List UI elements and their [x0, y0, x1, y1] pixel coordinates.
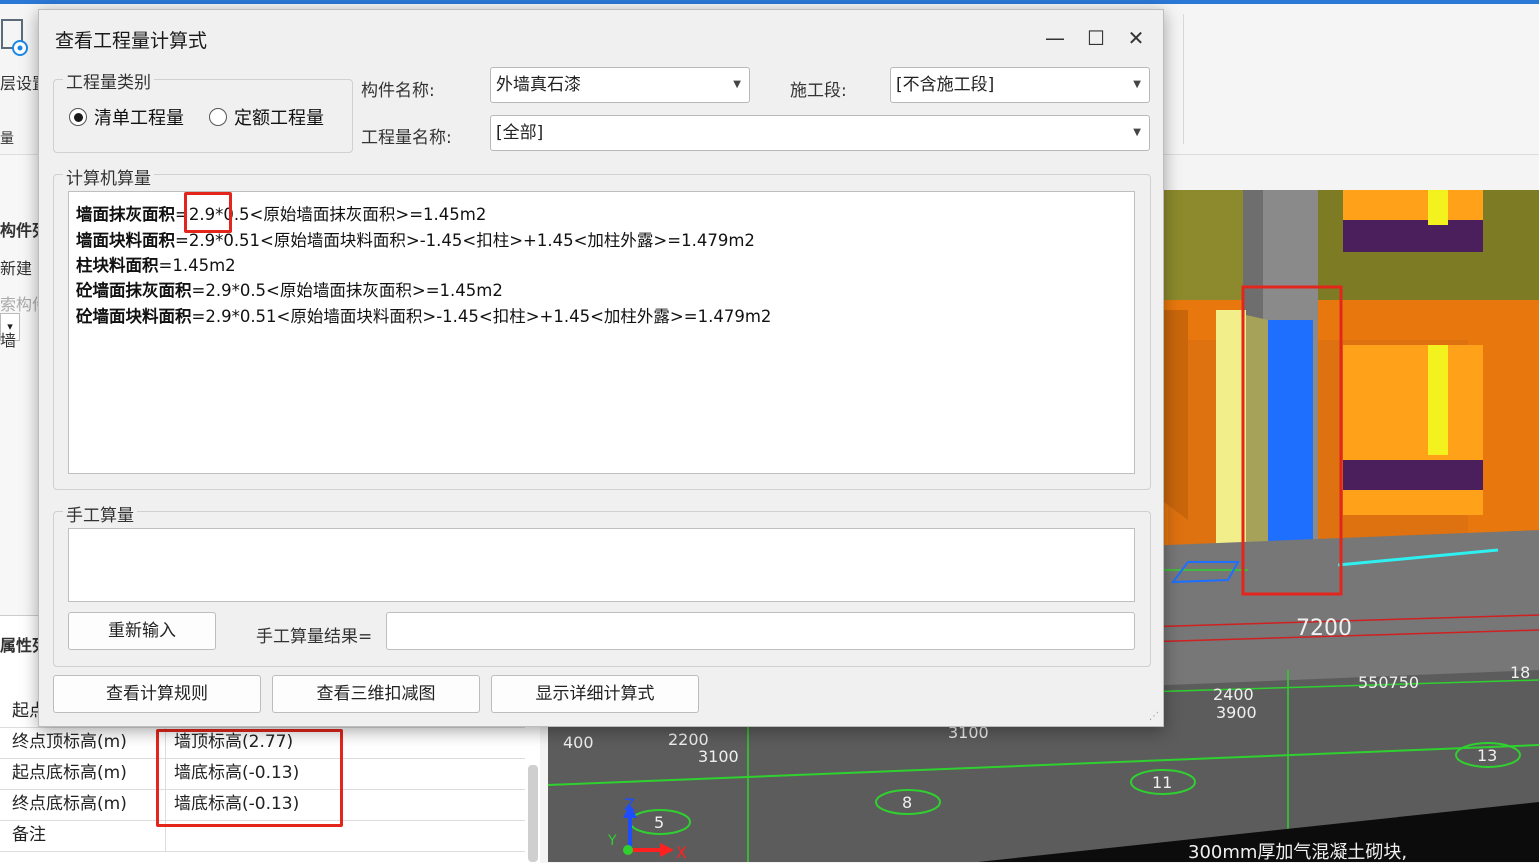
calculation-formula-dialog: 查看工程量计算式 — ☐ ✕ 工程量类别 清单工程量 定额工程量 构件名称: 外… — [38, 9, 1164, 727]
tree-item-wall[interactable]: 墙 — [0, 327, 16, 351]
calc-line: 砼墙面块料面积=2.9*0.51<原始墙面块料面积>-1.45<扣柱>+1.45… — [76, 307, 772, 326]
view-calc-rules-button[interactable]: 查看计算规则 — [53, 675, 261, 713]
quantity-type-label: 工程量类别 — [63, 68, 154, 93]
axis-x-label: X — [676, 843, 687, 862]
axis-bubble: 11 — [1152, 773, 1172, 792]
construction-stage-select[interactable]: [不含施工段] ▼ — [890, 67, 1150, 103]
dimension-label: 400 — [563, 733, 594, 752]
highlight-box — [156, 729, 343, 827]
axis-bubble: 5 — [654, 813, 664, 832]
construction-stage-label: 施工段: — [790, 81, 847, 101]
axis-z-label: Z — [624, 795, 635, 814]
radio-checked-icon — [69, 108, 87, 126]
view-3d-deduction-button[interactable]: 查看三维扣减图 — [272, 675, 480, 713]
ribbon-divider — [1183, 14, 1184, 144]
show-detail-formula-button[interactable]: 显示详细计算式 — [491, 675, 699, 713]
manual-result-field[interactable] — [386, 612, 1135, 650]
reenter-button[interactable]: 重新输入 — [68, 612, 216, 650]
axis-y-label: Y — [607, 833, 617, 849]
calc-line: 砼墙面抹灰面积=2.9*0.5<原始墙面抹灰面积>=1.45m2 — [76, 281, 503, 300]
dimension-label: 3100 — [698, 747, 739, 766]
dialog-title: 查看工程量计算式 — [55, 30, 208, 52]
radio-unchecked-icon — [209, 108, 227, 126]
calc-line: 墙面块料面积=2.9*0.51<原始墙面块料面积>-1.45<扣柱>+1.45<… — [76, 231, 755, 250]
component-name-label: 构件名称: — [361, 81, 435, 101]
radio-bill-quantity[interactable]: 清单工程量 — [69, 104, 184, 130]
computer-calc-text[interactable]: 墙面抹灰面积=2.9*0.5<原始墙面抹灰面积>=1.45m2 墙面块料面积=2… — [68, 191, 1135, 474]
dropdown-arrow-icon: ▼ — [733, 79, 741, 90]
manual-result-label: 手工算量结果= — [256, 627, 373, 647]
ribbon-small-label: 量 — [0, 131, 14, 147]
close-icon[interactable]: ✕ — [1124, 26, 1148, 50]
minimize-icon[interactable]: — — [1043, 26, 1067, 50]
dropdown-arrow-icon: ▼ — [1133, 79, 1141, 90]
dimension-label: 3900 — [1216, 703, 1257, 722]
dimension-label: 550750 — [1358, 673, 1419, 692]
axis-bubble: 13 — [1477, 746, 1497, 765]
axis-bubble: 8 — [902, 793, 912, 812]
calc-line: 墙面抹灰面积=2.9*0.5<原始墙面抹灰面积>=1.45m2 — [76, 205, 487, 224]
dimension-label: 2400 — [1213, 685, 1254, 704]
dropdown-arrow-icon: ▼ — [1133, 127, 1141, 138]
highlight-box — [184, 192, 232, 233]
maximize-icon[interactable]: ☐ — [1084, 26, 1108, 50]
component-name-select[interactable]: 外墙真石漆 ▼ — [490, 67, 750, 103]
scrollbar[interactable] — [528, 765, 538, 862]
layer-settings-icon[interactable] — [0, 18, 30, 58]
component-list-panel: ▾ 构件列 新建 索构件 墙 — [0, 155, 48, 615]
manual-calc-label: 手工算量 — [63, 501, 137, 526]
dimension-label: 7200 — [1296, 616, 1352, 641]
computer-calc-label: 计算机算量 — [63, 164, 154, 189]
new-button[interactable]: 新建 — [0, 255, 32, 279]
quantity-name-label: 工程量名称: — [361, 128, 452, 148]
radio-quota-quantity[interactable]: 定额工程量 — [209, 104, 324, 130]
dimension-label: 18 — [1510, 663, 1530, 682]
wall-label: 300mm厚加气混凝土砌块, — [1188, 842, 1407, 862]
quantity-name-select[interactable]: [全部] ▼ — [490, 115, 1150, 151]
calc-line: 柱块料面积=1.45m2 — [76, 256, 236, 275]
manual-calc-input[interactable] — [68, 528, 1135, 602]
resize-grip-icon[interactable]: ⋰ — [1149, 711, 1159, 722]
